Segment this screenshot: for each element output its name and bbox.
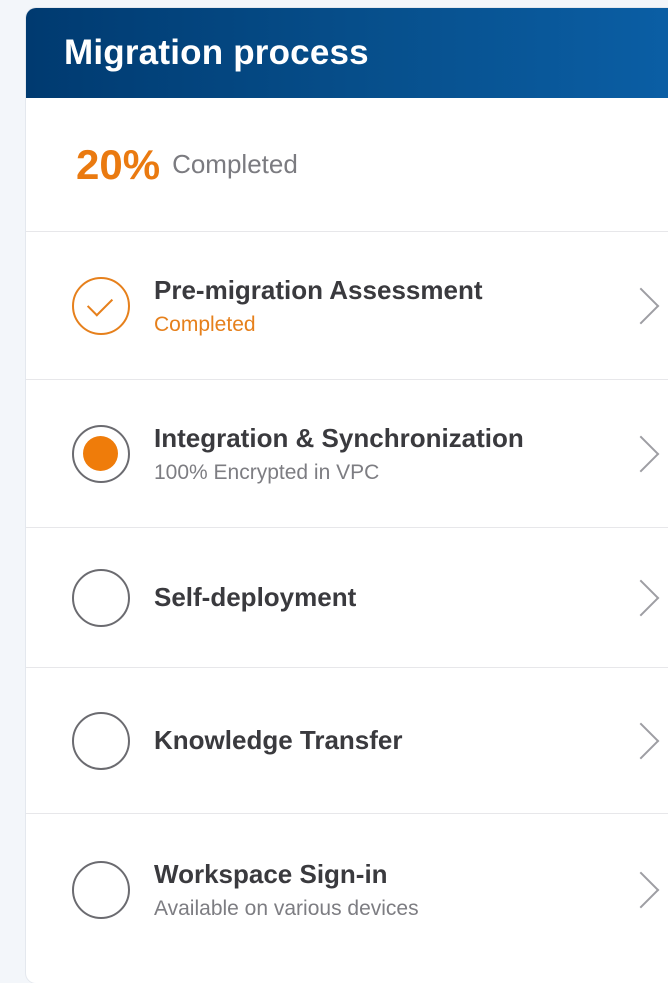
chevron-right-icon (622, 722, 660, 759)
progress-summary: 20% Completed (26, 98, 668, 232)
step-workspace-sign-in[interactable]: Workspace Sign-in Available on various d… (26, 814, 668, 966)
radio-empty-icon (72, 568, 130, 627)
check-circle-icon (72, 276, 130, 335)
card-header: Migration process (26, 8, 668, 98)
step-title: Workspace Sign-in (154, 859, 388, 889)
step-status: Completed (154, 312, 256, 336)
chevron-right-icon (622, 871, 660, 909)
progress-label: Completed (172, 149, 298, 179)
step-title: Knowledge Transfer (154, 725, 403, 755)
step-self-deployment[interactable]: Self-deployment (26, 528, 668, 668)
step-pre-migration-assessment[interactable]: Pre-migration Assessment Completed (26, 232, 668, 380)
migration-card: Migration process 20% Completed Pre-migr… (26, 8, 668, 983)
header-title: Migration process (64, 33, 369, 72)
step-text: Knowledge Transfer (154, 725, 403, 756)
chevron-right-icon (622, 579, 660, 616)
step-text: Integration & Synchronization 100% Encry… (154, 423, 524, 485)
step-text: Self-deployment (154, 582, 356, 613)
step-title: Pre-migration Assessment (154, 274, 483, 305)
radio-empty-icon (72, 711, 130, 770)
step-title: Self-deployment (154, 582, 357, 612)
chevron-right-icon (622, 435, 660, 472)
step-text: Workspace Sign-in Available on various d… (154, 859, 419, 921)
step-integration-synchronization[interactable]: Integration & Synchronization 100% Encry… (26, 380, 668, 528)
progress-percent: 20% (76, 140, 161, 188)
step-title: Integration & Synchronization (154, 422, 524, 453)
step-text: Pre-migration Assessment Completed (154, 275, 482, 337)
step-subtitle: 100% Encrypted in VPC (154, 460, 380, 484)
step-subtitle: Available on various devices (154, 897, 419, 920)
radio-selected-icon (72, 424, 130, 483)
step-knowledge-transfer[interactable]: Knowledge Transfer (26, 668, 668, 814)
chevron-right-icon (622, 287, 660, 324)
radio-empty-icon (72, 861, 130, 919)
